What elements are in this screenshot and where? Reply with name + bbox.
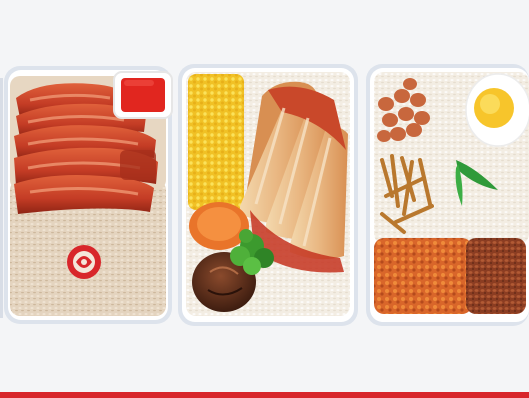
- corn-kernels: [188, 74, 244, 210]
- chicken-rice-tray: [178, 64, 358, 326]
- meal-trays-photo: [0, 64, 529, 326]
- carrot-slice: [189, 202, 249, 250]
- char-siu-rice-tray: [4, 66, 173, 324]
- chili-flower-garnish: [67, 245, 101, 279]
- spiced-beans: [466, 238, 526, 314]
- boiled-egg-half: [465, 73, 529, 147]
- sambal-chicken: [374, 238, 472, 314]
- bottom-accent-bar: [0, 392, 529, 398]
- nasi-lemak-tray: [366, 64, 529, 326]
- chili-sauce-cup: [113, 71, 173, 119]
- partial-tray-left-edge: [0, 78, 3, 318]
